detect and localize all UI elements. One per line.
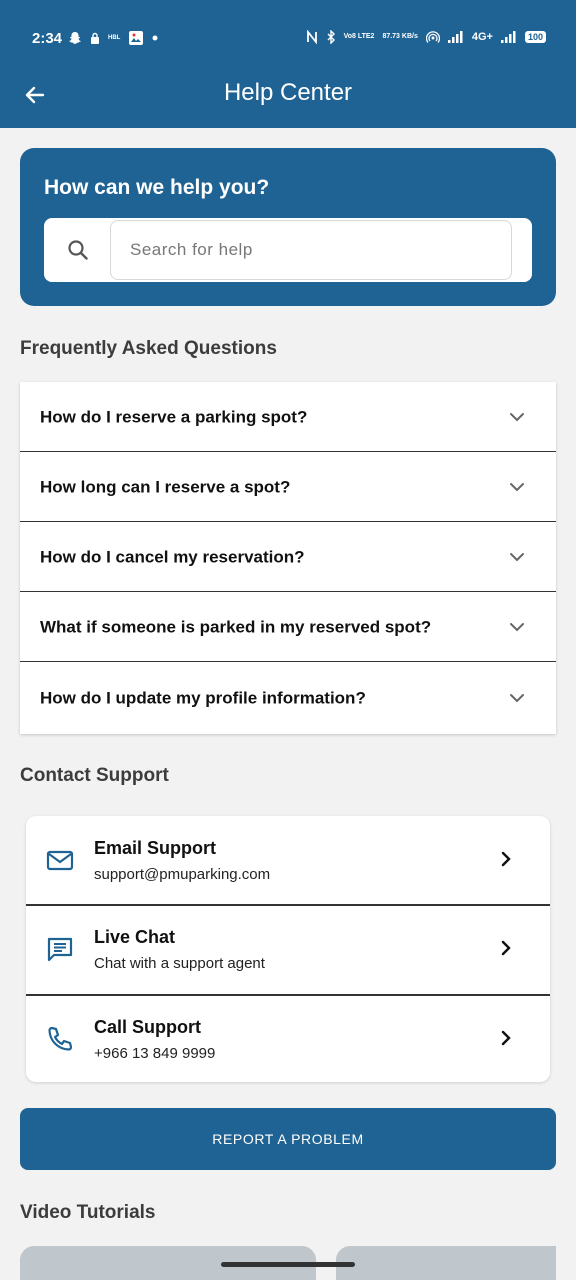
faq-question: What if someone is parked in my reserved…: [40, 617, 432, 636]
faq-item[interactable]: How do I cancel my reservation?: [20, 522, 556, 592]
system-icons: Vo8 LTE2 87.73 KB/s 4G+ 100: [306, 30, 546, 44]
bluetooth-icon: [327, 30, 335, 44]
faq-question: How do I cancel my reservation?: [40, 547, 305, 566]
lock-icon: [91, 32, 99, 44]
hbl-icon: HBL: [108, 35, 121, 41]
status-bar: 2:34 HBL Vo8 LTE2 87.73 KB/s 4G+ 100: [0, 20, 576, 60]
chevron-down-icon: [510, 553, 524, 562]
chevron-right-icon: [501, 940, 511, 956]
contact-subtitle: +966 13 849 9999: [94, 1045, 216, 1062]
contact-email-item[interactable]: Email Support support@pmuparking.com: [26, 816, 550, 905]
contact-list: Email Support support@pmuparking.com Liv…: [26, 816, 550, 1082]
contact-title: Email Support: [94, 838, 217, 858]
hotspot-icon: [425, 31, 440, 43]
contact-section-title: Contact Support: [20, 765, 169, 786]
contact-title: Call Support: [94, 1017, 201, 1037]
battery-icon: 100: [524, 31, 546, 43]
chevron-right-icon: [501, 851, 511, 867]
faq-question: How do I reserve a parking spot?: [40, 407, 308, 426]
photos-icon: [129, 31, 144, 45]
chevron-right-icon: [501, 1030, 511, 1046]
volte-indicator: Vo8 LTE2: [343, 33, 375, 40]
faq-item[interactable]: What if someone is parked in my reserved…: [20, 592, 556, 662]
chevron-down-icon: [510, 623, 524, 632]
notification-icons: HBL: [68, 30, 158, 46]
help-heading: How can we help you?: [44, 176, 270, 199]
network-speed: 87.73 KB/s: [382, 33, 418, 40]
report-problem-button[interactable]: REPORT A PROBLEM: [20, 1108, 556, 1170]
nfc-icon: [306, 30, 317, 44]
search-icon: [68, 240, 88, 260]
home-indicator[interactable]: [221, 1262, 355, 1267]
help-search-card: How can we help you?: [20, 148, 556, 306]
app-bar: Help Center: [0, 64, 576, 124]
snapchat-icon: [69, 32, 81, 44]
faq-item[interactable]: How do I update my profile information?: [20, 663, 556, 733]
chevron-down-icon: [510, 483, 524, 492]
chevron-down-icon: [510, 694, 524, 703]
faq-item[interactable]: How long can I reserve a spot?: [20, 452, 556, 522]
contact-call-item[interactable]: Call Support +966 13 849 9999: [26, 995, 550, 1084]
video-section-title: Video Tutorials: [20, 1202, 156, 1223]
page-title: Help Center: [223, 79, 353, 106]
phone-icon: [48, 1026, 73, 1051]
dot-icon: [152, 35, 158, 41]
contact-subtitle: support@pmuparking.com: [94, 866, 271, 883]
search-box: [44, 218, 532, 282]
faq-list: How do I reserve a parking spot? How lon…: [20, 382, 556, 734]
faq-question: How long can I reserve a spot?: [40, 477, 291, 496]
network-type: 4G+: [471, 31, 493, 43]
faq-question: How do I update my profile information?: [40, 688, 366, 708]
contact-title: Live Chat: [94, 927, 176, 947]
status-time: 2:34: [32, 30, 63, 47]
search-input[interactable]: [110, 220, 512, 280]
contact-subtitle: Chat with a support agent: [94, 955, 265, 972]
chat-icon: [47, 937, 73, 962]
contact-chat-item[interactable]: Live Chat Chat with a support agent: [26, 905, 550, 994]
chevron-down-icon: [510, 413, 524, 422]
video-thumbnail[interactable]: [336, 1246, 556, 1280]
faq-section-title: Frequently Asked Questions: [20, 338, 277, 359]
top-bar: 2:34 HBL Vo8 LTE2 87.73 KB/s 4G+ 100 Hel…: [0, 0, 576, 128]
faq-item[interactable]: How do I reserve a parking spot?: [20, 382, 556, 452]
signal-icon: [500, 31, 516, 43]
mail-icon: [46, 850, 74, 871]
signal-icon: [447, 31, 463, 43]
